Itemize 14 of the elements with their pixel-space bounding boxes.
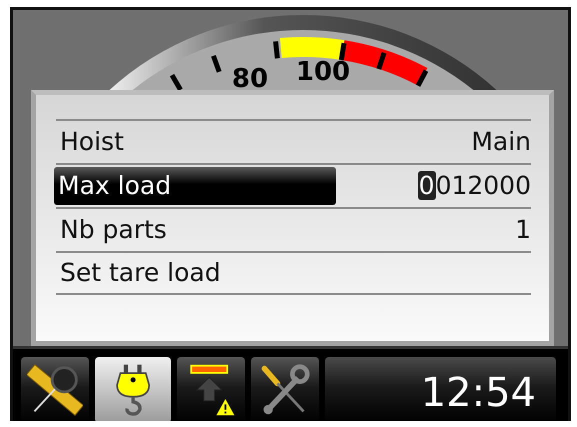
menu-item[interactable]: Nb parts bbox=[56, 211, 171, 249]
value-input-field[interactable]: 0012000 bbox=[418, 167, 531, 205]
menu-item[interactable]: Max load bbox=[54, 167, 336, 205]
gauge-tick-label: 80 bbox=[232, 64, 268, 90]
menu-item[interactable]: Set tare load bbox=[56, 254, 225, 292]
toolbar-button[interactable] bbox=[177, 357, 245, 421]
toolbar-button[interactable] bbox=[21, 357, 89, 421]
menu-value: 1 bbox=[515, 214, 531, 246]
toolbar-button[interactable] bbox=[95, 357, 171, 421]
clock: 12:54 bbox=[325, 357, 556, 421]
menu-item[interactable]: Hoist bbox=[56, 123, 128, 161]
toolbar-button[interactable] bbox=[251, 357, 319, 421]
menu-value: Main bbox=[471, 126, 531, 158]
gauge-tick-label: 100 bbox=[296, 57, 350, 87]
